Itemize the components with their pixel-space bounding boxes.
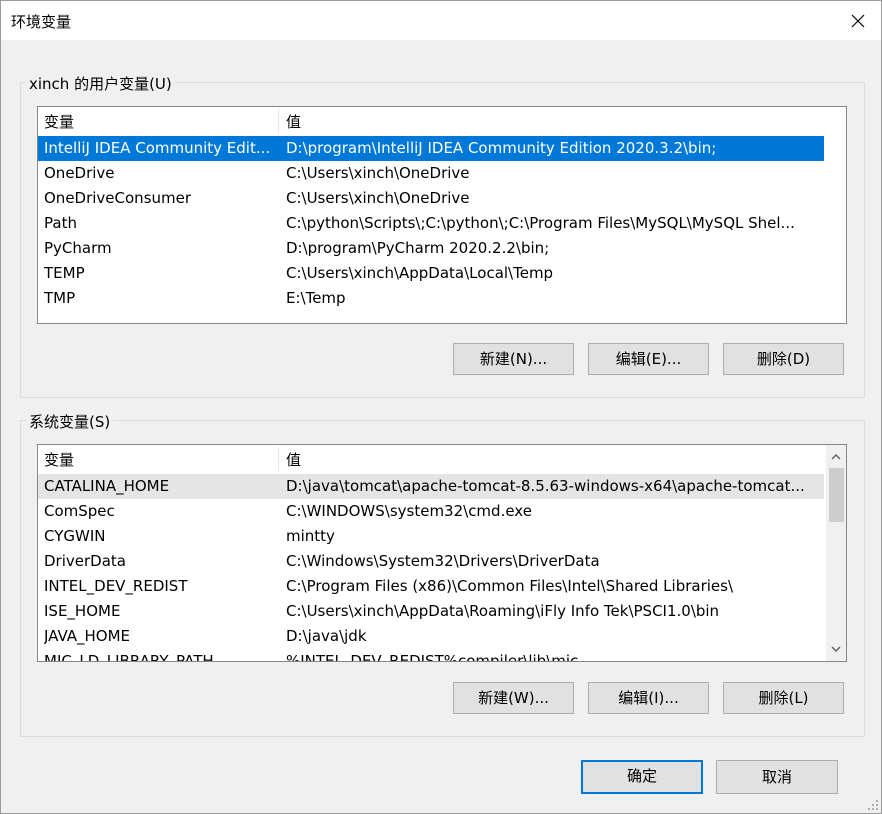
- table-row[interactable]: ISE_HOME C:\Users\xinch\AppData\Roaming\…: [38, 599, 824, 624]
- system-variables-list[interactable]: 变量 值 CATALINA_HOME D:\java\tomcat\apache…: [37, 444, 847, 662]
- table-row[interactable]: TMP E:\Temp: [38, 286, 824, 311]
- column-header-value[interactable]: 值: [286, 107, 301, 135]
- column-header-variable[interactable]: 变量: [44, 445, 74, 473]
- user-variables-label: xinch 的用户变量(U): [26, 73, 175, 94]
- table-row[interactable]: ComSpec C:\WINDOWS\system32\cmd.exe: [38, 499, 824, 524]
- list-header: 变量 值: [38, 107, 846, 135]
- column-header-value[interactable]: 值: [286, 445, 301, 473]
- system-variables-label: 系统变量(S): [26, 411, 114, 432]
- table-row[interactable]: DriverData C:\Windows\System32\Drivers\D…: [38, 549, 824, 574]
- table-row[interactable]: IntelliJ IDEA Community Edit... D:\progr…: [38, 136, 824, 161]
- title-bar: 环境变量: [1, 1, 881, 40]
- vertical-scrollbar[interactable]: [826, 445, 846, 661]
- window-title: 环境变量: [11, 13, 72, 31]
- resize-grip-icon[interactable]: [867, 799, 879, 811]
- column-header-variable[interactable]: 变量: [44, 107, 74, 135]
- scrollbar-thumb[interactable]: [829, 468, 844, 522]
- close-button[interactable]: [835, 1, 881, 40]
- table-row[interactable]: PyCharm D:\program\PyCharm 2020.2.2\bin;: [38, 236, 824, 261]
- table-row[interactable]: Path C:\python\Scripts\;C:\python\;C:\Pr…: [38, 211, 824, 236]
- table-row[interactable]: CYGWIN mintty: [38, 524, 824, 549]
- user-new-button[interactable]: 新建(N)...: [453, 343, 574, 375]
- table-row[interactable]: CATALINA_HOME D:\java\tomcat\apache-tomc…: [38, 474, 824, 499]
- cancel-button[interactable]: 取消: [716, 760, 838, 794]
- close-icon: [851, 14, 865, 27]
- chevron-up-icon: [831, 454, 841, 460]
- table-row[interactable]: INTEL_DEV_REDIST C:\Program Files (x86)\…: [38, 574, 824, 599]
- system-new-button[interactable]: 新建(W)...: [453, 682, 574, 714]
- table-row[interactable]: JAVA_HOME D:\java\jdk: [38, 624, 824, 649]
- chevron-down-icon: [831, 646, 841, 652]
- system-edit-button[interactable]: 编辑(I)...: [588, 682, 709, 714]
- table-row[interactable]: TEMP C:\Users\xinch\AppData\Local\Temp: [38, 261, 824, 286]
- system-delete-button[interactable]: 删除(L): [723, 682, 844, 714]
- table-row[interactable]: MIC_LD_LIBRARY_PATH %INTEL_DEV_REDIST%co…: [38, 649, 824, 661]
- scroll-up-button[interactable]: [826, 447, 846, 467]
- table-row[interactable]: OneDriveConsumer C:\Users\xinch\OneDrive: [38, 186, 824, 211]
- user-variables-list[interactable]: 变量 值 IntelliJ IDEA Community Edit... D:\…: [37, 106, 847, 324]
- column-divider[interactable]: [278, 447, 279, 471]
- user-edit-button[interactable]: 编辑(E)...: [588, 343, 709, 375]
- column-divider[interactable]: [278, 109, 279, 133]
- environment-variables-dialog: 环境变量 xinch 的用户变量(U) 变量 值 IntelliJ IDEA C…: [0, 0, 882, 814]
- ok-button[interactable]: 确定: [581, 760, 703, 794]
- user-delete-button[interactable]: 删除(D): [723, 343, 844, 375]
- list-header: 变量 值: [38, 445, 846, 473]
- table-row[interactable]: OneDrive C:\Users\xinch\OneDrive: [38, 161, 824, 186]
- scroll-down-button[interactable]: [826, 639, 846, 659]
